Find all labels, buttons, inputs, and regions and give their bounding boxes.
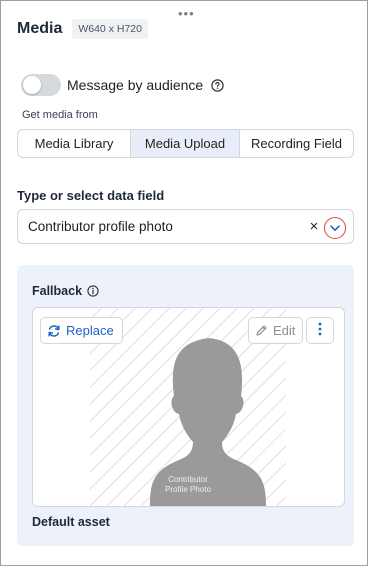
- data-field-select[interactable]: Contributor profile photo ×: [17, 209, 354, 244]
- drag-handle[interactable]: •••: [178, 7, 195, 20]
- edit-button[interactable]: Edit: [248, 317, 304, 344]
- chevron-down-icon[interactable]: [324, 217, 346, 239]
- media-source-segmented-control: Media Library Media Upload Recording Fie…: [17, 129, 354, 158]
- question-circle-icon[interactable]: [211, 78, 224, 92]
- segment-recording-field[interactable]: Recording Field: [240, 130, 353, 157]
- more-vertical-icon: [318, 322, 322, 339]
- fallback-image-card: Contributor Profile Photo Replace Edit: [32, 307, 345, 507]
- fallback-panel: Fallback Contributor Profile Photo Repla…: [17, 265, 354, 546]
- panel-title: Media: [17, 20, 63, 37]
- toggle-knob: [23, 76, 41, 94]
- edit-label: Edit: [273, 323, 296, 338]
- audience-toggle-row: Message by audience: [21, 74, 224, 96]
- replace-button[interactable]: Replace: [40, 317, 123, 344]
- refresh-icon: [47, 324, 61, 338]
- more-options-button[interactable]: [306, 317, 334, 344]
- audience-toggle-label: Message by audience: [67, 77, 204, 93]
- media-source-label: Get media from: [22, 109, 98, 121]
- fallback-title: Fallback: [32, 284, 83, 298]
- panel-header: Media W640 x H720: [17, 19, 148, 39]
- data-field-label: Type or select data field: [17, 188, 165, 203]
- default-asset-label: Default asset: [32, 515, 110, 529]
- placeholder-caption-line1: Contributor: [168, 475, 208, 484]
- fallback-header: Fallback: [32, 284, 99, 298]
- size-badge: W640 x H720: [72, 19, 148, 39]
- segment-media-library[interactable]: Media Library: [18, 130, 130, 157]
- segment-media-upload[interactable]: Media Upload: [130, 130, 240, 157]
- replace-label: Replace: [66, 323, 114, 338]
- data-field-value: Contributor profile photo: [28, 219, 173, 234]
- clear-icon[interactable]: ×: [307, 219, 321, 234]
- audience-toggle[interactable]: [21, 74, 61, 96]
- pencil-icon: [255, 324, 268, 337]
- info-circle-icon[interactable]: [87, 285, 99, 297]
- media-panel: ••• Media W640 x H720 Message by audienc…: [0, 0, 368, 566]
- placeholder-caption-line2: Profile Photo: [165, 485, 211, 494]
